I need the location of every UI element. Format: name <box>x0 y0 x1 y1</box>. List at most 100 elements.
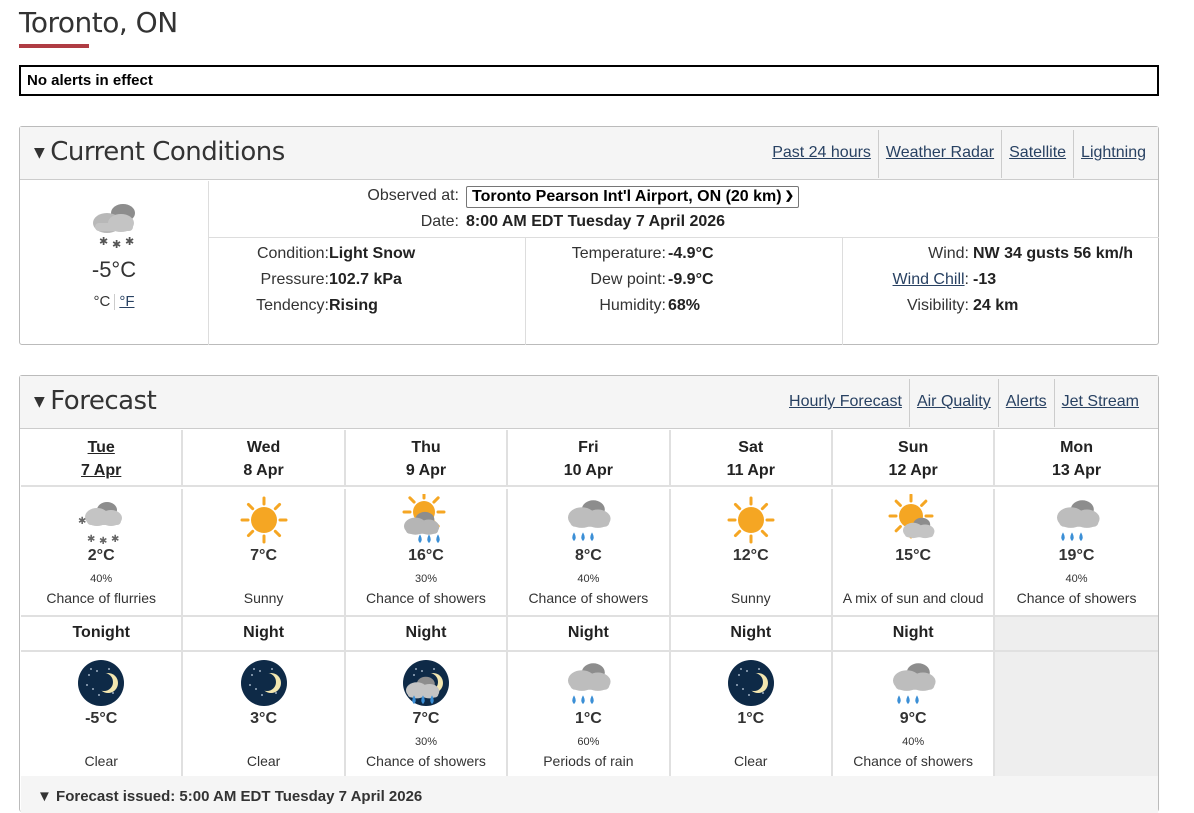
forecast-issued-text: Forecast issued: 5:00 AM EDT Tuesday 7 A… <box>56 788 423 805</box>
day-date: 9 Apr <box>405 462 447 479</box>
day-pop: 40% <box>1065 573 1088 585</box>
air-quality-link[interactable]: Air Quality <box>908 379 998 427</box>
day-date: 10 Apr <box>563 462 613 479</box>
rain-icon <box>568 663 611 705</box>
empty-cell <box>995 652 1158 780</box>
wind-label: Wind: <box>928 245 969 262</box>
day-forecast-cell: 8°C 40% Chance of showers <box>508 489 671 617</box>
hourly-forecast-link[interactable]: Hourly Forecast <box>782 379 909 427</box>
night-pop: 60% <box>577 736 600 748</box>
night-temperature: 3°C <box>250 710 278 727</box>
night-pop: 40% <box>902 736 925 748</box>
night-forecast-cell: 3°C Clear <box>183 652 346 780</box>
night-body-row: -5°C Clear 3°C Clear 7°C 30% Chance of showers… <box>21 652 1158 780</box>
day-date: 8 Apr <box>243 462 284 479</box>
sun-icon <box>727 496 775 544</box>
date-label: Date: <box>420 213 459 230</box>
night-summary: Chance of showers <box>853 753 974 769</box>
alerts-link[interactable]: Alerts <box>997 379 1054 427</box>
day-temperature: 2°C <box>87 547 115 564</box>
current-conditions-heading[interactable]: ▼ Current Conditions <box>34 137 285 167</box>
forecast-heading[interactable]: ▼ Forecast <box>34 386 157 416</box>
conditions-grid: Condition: Light Snow Pressure: 102.7 kP… <box>209 237 1159 345</box>
day-name: Mon <box>1060 439 1093 456</box>
day-header[interactable]: Tue 7 Apr <box>21 430 184 487</box>
moon-showers-icon <box>402 660 449 706</box>
night-summary: Clear <box>734 753 768 769</box>
moon-clear-icon <box>78 660 125 706</box>
condition-label: Condition: <box>256 245 329 262</box>
expand-caret-icon: ▼ <box>37 788 52 805</box>
dewpoint-value: -9.9°C <box>668 271 714 288</box>
night-temperature: -5°C <box>85 710 118 727</box>
day-forecast-cell: 7°C Sunny <box>183 489 346 617</box>
celsius-unit: °C <box>93 293 111 310</box>
humidity-label: Humidity: <box>599 297 666 314</box>
day-pop: 40% <box>577 573 600 585</box>
day-name: Tue <box>87 439 115 456</box>
station-select-value: Toronto Pearson Int'l Airport, ON (20 km… <box>472 188 782 205</box>
day-body-row: ✱ ✱ ✱ ✱ 2°C 40% Chance of flurries 7°C Sunny 16°C… <box>21 489 1158 617</box>
temperature-value: -4.9°C <box>668 245 714 262</box>
night-summary: Clear <box>246 753 281 769</box>
past-24-hours-link[interactable]: Past 24 hours <box>765 130 878 178</box>
svg-text:✱: ✱ <box>125 236 134 248</box>
jet-stream-link[interactable]: Jet Stream <box>1053 379 1146 427</box>
night-header: Night <box>508 617 671 652</box>
fahrenheit-link[interactable]: °F <box>119 293 134 310</box>
forecast-issued[interactable]: ▼ Forecast issued: 5:00 AM EDT Tuesday 7… <box>21 776 1158 813</box>
day-date: 12 Apr <box>888 462 938 479</box>
forecast-title: Forecast <box>50 386 157 416</box>
windchill-label-wrap: Wind Chill: <box>892 271 969 288</box>
tendency-label: Tendency: <box>256 297 329 314</box>
svg-text:✱: ✱ <box>87 534 95 545</box>
lightning-link[interactable]: Lightning <box>1073 130 1153 178</box>
pressure-label: Pressure: <box>260 271 329 288</box>
day-temperature: 19°C <box>1058 547 1095 564</box>
svg-text:✱: ✱ <box>78 516 86 527</box>
temperature-label: Temperature: <box>571 245 666 262</box>
day-forecast-cell: 19°C 40% Chance of showers <box>995 489 1158 617</box>
day-temperature: 16°C <box>408 547 444 564</box>
tendency-value: Rising <box>329 297 378 314</box>
day-date: 13 Apr <box>1051 462 1102 479</box>
current-conditions-panel: ▼ Current Conditions Past 24 hours Weathe… <box>19 126 1159 345</box>
night-header: Night <box>183 617 346 652</box>
day-summary: Chance of showers <box>366 590 486 606</box>
day-summary: Sunny <box>243 590 284 606</box>
chevron-down-icon: ❯ <box>784 190 794 202</box>
unit-divider <box>114 294 116 311</box>
day-temperature: 12°C <box>732 547 769 564</box>
night-header: Tonight <box>21 617 184 652</box>
day-summary: Chance of flurries <box>46 590 157 606</box>
svg-text:✱: ✱ <box>111 534 119 545</box>
sun-cloud-icon <box>888 494 935 539</box>
night-temperature: 9°C <box>899 710 927 727</box>
satellite-link[interactable]: Satellite <box>1001 130 1073 178</box>
unit-toggle: °C °F <box>20 293 208 311</box>
night-summary: Clear <box>84 753 118 769</box>
day-temperature: 7°C <box>250 547 278 564</box>
forecast-panel: ▼ Forecast Hourly Forecast Air Quality Al… <box>19 375 1159 813</box>
day-name: Sun <box>898 439 929 456</box>
day-header: Wed 8 Apr <box>183 430 346 487</box>
wind-chill-link[interactable]: Wind Chill <box>893 271 965 288</box>
current-summary: ✱ ✱ ✱ -5°C °C °F <box>20 181 209 345</box>
date-value: 8:00 AM EDT Tuesday 7 April 2026 <box>466 213 726 230</box>
day-summary: A mix of sun and cloud <box>842 590 984 606</box>
night-forecast-cell: 1°C Clear <box>670 652 833 780</box>
day-header: Fri 10 Apr <box>508 430 671 487</box>
alert-text: No alerts in effect <box>27 72 153 89</box>
weather-radar-link[interactable]: Weather Radar <box>877 130 1001 178</box>
station-select[interactable]: Toronto Pearson Int'l Airport, ON (20 km… <box>466 186 799 208</box>
day-pop: 30% <box>414 573 437 585</box>
day-header-row: Tue 7 Apr Wed 8 Apr Thu 9 Apr Fri 10 Apr Sat 11 A… <box>21 430 1158 487</box>
forecast-links: Hourly Forecast Air Quality Alerts Jet S… <box>782 379 1146 427</box>
collapse-caret-icon: ▼ <box>34 393 45 410</box>
day-summary: Sunny <box>730 590 771 606</box>
night-forecast-cell: 1°C 60% Periods of rain <box>508 652 671 780</box>
moon-clear-icon <box>240 660 287 706</box>
visibility-label: Visibility: <box>907 297 969 314</box>
day-forecast-cell: ✱ ✱ ✱ ✱ 2°C 40% Chance of flurries <box>21 489 184 617</box>
snow-flurries-icon: ✱✱ ✱ ✱ <box>78 502 123 546</box>
